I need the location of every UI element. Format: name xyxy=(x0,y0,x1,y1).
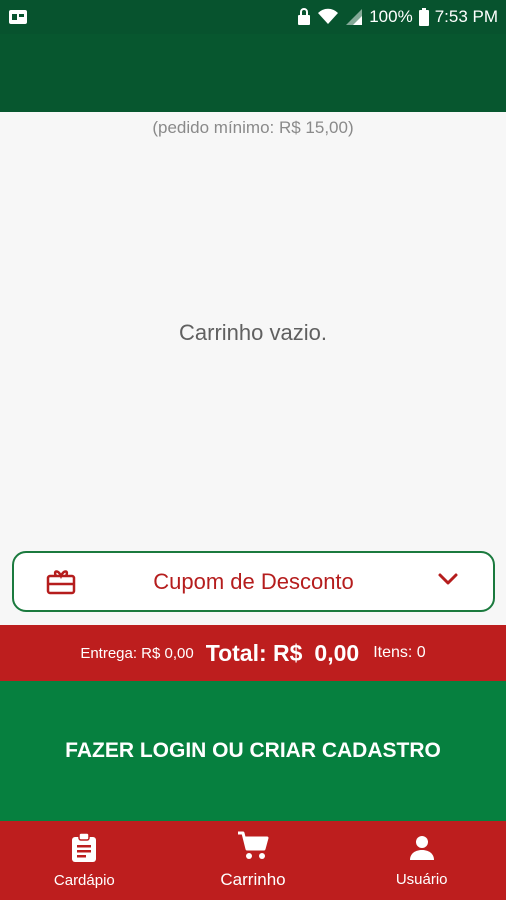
cart-icon xyxy=(237,831,269,866)
totals-bar: Entrega: R$ 0,00 Total: R$ 0,00 Itens: 0 xyxy=(0,625,506,681)
clock: 7:53 PM xyxy=(434,7,498,26)
item-count: Itens: 0 xyxy=(373,644,426,661)
nav-item-usuario[interactable]: Usuário xyxy=(337,821,506,900)
signal-icon xyxy=(345,8,363,26)
nav-label-usuario: Usuário xyxy=(395,870,448,888)
clipboard-icon xyxy=(70,831,98,868)
status-left xyxy=(8,8,28,26)
nav-label-carrinho: Carrinho xyxy=(220,870,286,889)
empty-cart-message: Carrinho vazio. xyxy=(179,320,327,345)
login-or-signup-button[interactable]: FAZER LOGIN OU CRIAR CADASTRO xyxy=(0,681,506,821)
minimum-order-text: (pedido mínimo: R$ 15,00) xyxy=(152,118,354,137)
bottom-nav: Cardápio Carrinho Usuário xyxy=(0,821,506,900)
wifi-icon xyxy=(317,8,339,26)
coupon-dropdown[interactable]: Cupom de Desconto xyxy=(12,551,495,612)
notification-icon xyxy=(8,8,28,26)
nav-item-cardapio[interactable]: Cardápio xyxy=(0,821,169,900)
status-bar: 100% 7:53 PM xyxy=(0,0,506,34)
nav-item-carrinho[interactable]: Carrinho xyxy=(169,821,338,900)
nav-label-cardapio: Cardápio xyxy=(53,871,115,889)
lock-icon xyxy=(297,8,311,26)
battery-icon xyxy=(418,8,429,26)
delivery-fee: Entrega: R$ 0,00 xyxy=(80,644,194,662)
gift-card-icon xyxy=(46,569,76,595)
chevron-down-icon xyxy=(437,572,459,588)
app-header xyxy=(0,34,506,112)
user-icon xyxy=(408,834,436,867)
battery-percent: 100% xyxy=(369,7,413,26)
total-label: Total: R$ xyxy=(205,639,303,666)
status-right: 100% 7:53 PM xyxy=(297,7,498,27)
total-value: 0,00 xyxy=(314,639,360,666)
coupon-label: Cupom de Desconto xyxy=(153,568,354,594)
